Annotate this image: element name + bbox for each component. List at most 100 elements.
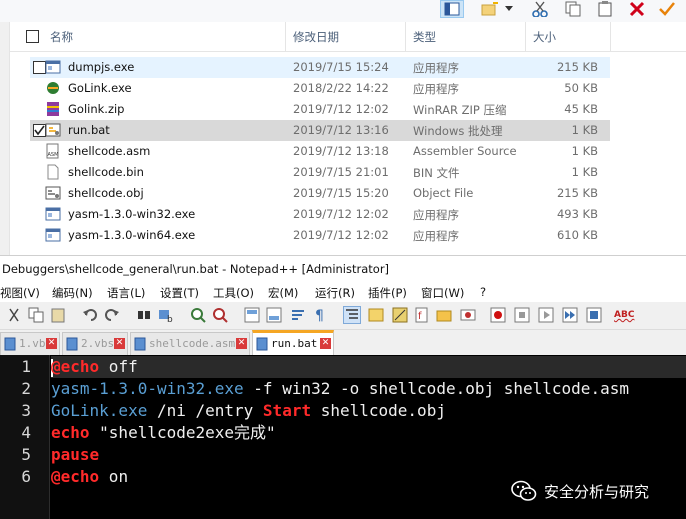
tab-1-vbs[interactable]: 1.vbs ✕	[0, 332, 60, 355]
menu-encoding[interactable]: 编码(N)	[52, 285, 93, 301]
tab-label: run.bat	[271, 337, 318, 350]
file-type: WinRAR ZIP 压缩	[413, 103, 507, 117]
file-row[interactable]: shellcode.obj 2019/7/15 15:20 Object File 2…	[30, 183, 610, 204]
user-language-icon[interactable]	[368, 307, 384, 323]
file-row[interactable]: GoLink.exe 2018/2/22 14:22 应用程序 50 KB	[30, 78, 610, 99]
code-line-2[interactable]: yasm-1.3.0-win32.exe -f win32 -o shellco…	[51, 378, 629, 400]
file-row[interactable]: dumpjs.exe 2019/7/15 15:24 应用程序 215 KB	[30, 57, 610, 78]
code-line-3[interactable]: GoLink.exe /ni /entry Start shellcode.ob…	[51, 400, 446, 422]
file-name: shellcode.obj	[68, 186, 144, 200]
code-line-6[interactable]: @echo on	[51, 466, 128, 488]
menu-macro[interactable]: 宏(M)	[268, 285, 298, 301]
checkmark-button[interactable]	[655, 0, 679, 18]
play-multiple-macro-icon[interactable]	[562, 307, 578, 323]
menu-help[interactable]: ?	[480, 285, 486, 299]
code-line-4[interactable]: echo "shellcode2exe完成"	[51, 422, 276, 444]
delete-button[interactable]	[625, 0, 649, 18]
cut-button[interactable]	[528, 0, 552, 18]
indent-guide-icon[interactable]	[343, 306, 361, 324]
menu-plugins[interactable]: 插件(P)	[368, 285, 407, 301]
file-name: dumpjs.exe	[68, 60, 135, 74]
window-titlebar[interactable]: Debuggers\shellcode_general\run.bat - No…	[0, 255, 686, 282]
menu-tools[interactable]: 工具(O)	[213, 285, 254, 301]
file-date: 2019/7/12 13:16	[293, 123, 389, 137]
column-type[interactable]: 类型	[413, 29, 436, 45]
tab-run-bat[interactable]: run.bat ✕	[252, 330, 334, 355]
column-divider[interactable]	[610, 22, 611, 52]
exe-window-icon	[45, 207, 61, 221]
document-map-icon[interactable]	[392, 307, 408, 323]
show-all-characters-icon[interactable]: ¶	[312, 307, 328, 323]
menu-settings[interactable]: 设置(T)	[160, 285, 199, 301]
file-row[interactable]: run.bat 2019/7/12 13:16 Windows 批处理 1 KB	[30, 120, 610, 141]
copy-button[interactable]	[561, 0, 585, 18]
menu-view[interactable]: 视图(V)	[0, 285, 40, 301]
code-text: off	[99, 357, 138, 376]
folder-as-workspace-icon[interactable]	[436, 307, 452, 323]
file-row[interactable]: Golink.zip 2019/7/12 12:02 WinRAR ZIP 压缩 45…	[30, 99, 610, 120]
explorer-toolbar	[0, 0, 686, 22]
code-line-5[interactable]: pause	[51, 444, 99, 466]
wechat-icon	[511, 480, 537, 501]
find-icon[interactable]	[136, 307, 152, 323]
paste-button[interactable]	[593, 0, 617, 18]
column-divider[interactable]	[525, 22, 526, 52]
file-name: shellcode.asm	[68, 144, 151, 158]
new-folder-button[interactable]	[478, 0, 502, 18]
paste-icon[interactable]	[50, 307, 66, 323]
file-row[interactable]: shellcode.bin 2019/7/15 21:01 BIN 文件 1 KB	[30, 162, 610, 183]
close-tab-icon[interactable]: ✕	[114, 338, 125, 349]
column-divider[interactable]	[285, 22, 286, 52]
saved-file-icon	[4, 337, 16, 351]
current-line-highlight	[51, 356, 686, 378]
window-title: Debuggers\shellcode_general\run.bat - No…	[2, 262, 390, 276]
copy-icon[interactable]	[28, 307, 44, 323]
record-macro-icon[interactable]	[490, 307, 506, 323]
code-line-1[interactable]: @echo off	[51, 356, 138, 378]
dropdown-button[interactable]	[502, 0, 516, 18]
close-tab-icon[interactable]: ✕	[236, 338, 247, 349]
monitoring-icon[interactable]	[460, 307, 476, 323]
menu-window[interactable]: 窗口(W)	[421, 285, 464, 301]
sync-vertical-icon[interactable]	[244, 307, 260, 323]
stop-macro-icon[interactable]	[514, 307, 530, 323]
menu-run[interactable]: 运行(R)	[315, 285, 355, 301]
zoom-out-icon[interactable]	[212, 307, 228, 323]
play-macro-icon[interactable]	[538, 307, 554, 323]
line-number: 1	[21, 357, 31, 376]
column-divider[interactable]	[405, 22, 406, 52]
file-row[interactable]: ASM shellcode.asm 2019/7/12 13:18 Assembler…	[30, 141, 610, 162]
file-name: shellcode.bin	[68, 165, 144, 179]
scissors-icon[interactable]	[6, 307, 22, 323]
select-all-checkbox[interactable]	[26, 30, 39, 43]
tab-2-vbs[interactable]: 2.vbs ✕	[62, 332, 128, 355]
column-size[interactable]: 大小	[533, 29, 556, 45]
tab-shellcode-asm[interactable]: shellcode.asm ✕	[130, 332, 250, 355]
watermark-text: 安全分析与研究	[544, 482, 650, 501]
saved-file-icon	[256, 337, 268, 351]
close-tab-icon[interactable]: ✕	[320, 338, 331, 349]
word-wrap-icon[interactable]	[290, 307, 306, 323]
details-pane-button[interactable]	[440, 0, 464, 18]
keyword: @echo	[51, 357, 100, 376]
close-tab-icon[interactable]: ✕	[46, 338, 57, 349]
sync-horizontal-icon[interactable]	[266, 307, 282, 323]
replace-icon[interactable]: b	[158, 307, 174, 323]
zoom-in-icon[interactable]	[190, 307, 206, 323]
spellcheck-button[interactable]: ABC	[614, 306, 636, 324]
file-size: 610 KB	[556, 228, 598, 242]
asm-file-icon: ASM	[46, 143, 59, 159]
column-date[interactable]: 修改日期	[293, 29, 339, 45]
redo-icon[interactable]	[104, 307, 120, 323]
tab-label: shellcode.asm	[149, 337, 236, 350]
column-name[interactable]: 名称	[50, 29, 73, 45]
file-row[interactable]: yasm-1.3.0-win32.exe 2019/7/12 12:02 应用程序 4…	[30, 204, 610, 225]
menu-language[interactable]: 语言(L)	[107, 285, 145, 301]
save-macro-icon[interactable]	[586, 307, 602, 323]
explorer-left-scrollbar[interactable]	[0, 22, 10, 255]
file-row[interactable]: yasm-1.3.0-win64.exe 2019/7/12 12:02 应用程序 6…	[30, 225, 610, 246]
undo-icon[interactable]	[82, 307, 98, 323]
keyword: Start	[262, 401, 312, 420]
function-list-icon[interactable]: f	[414, 307, 430, 323]
scissors-icon	[532, 1, 548, 17]
